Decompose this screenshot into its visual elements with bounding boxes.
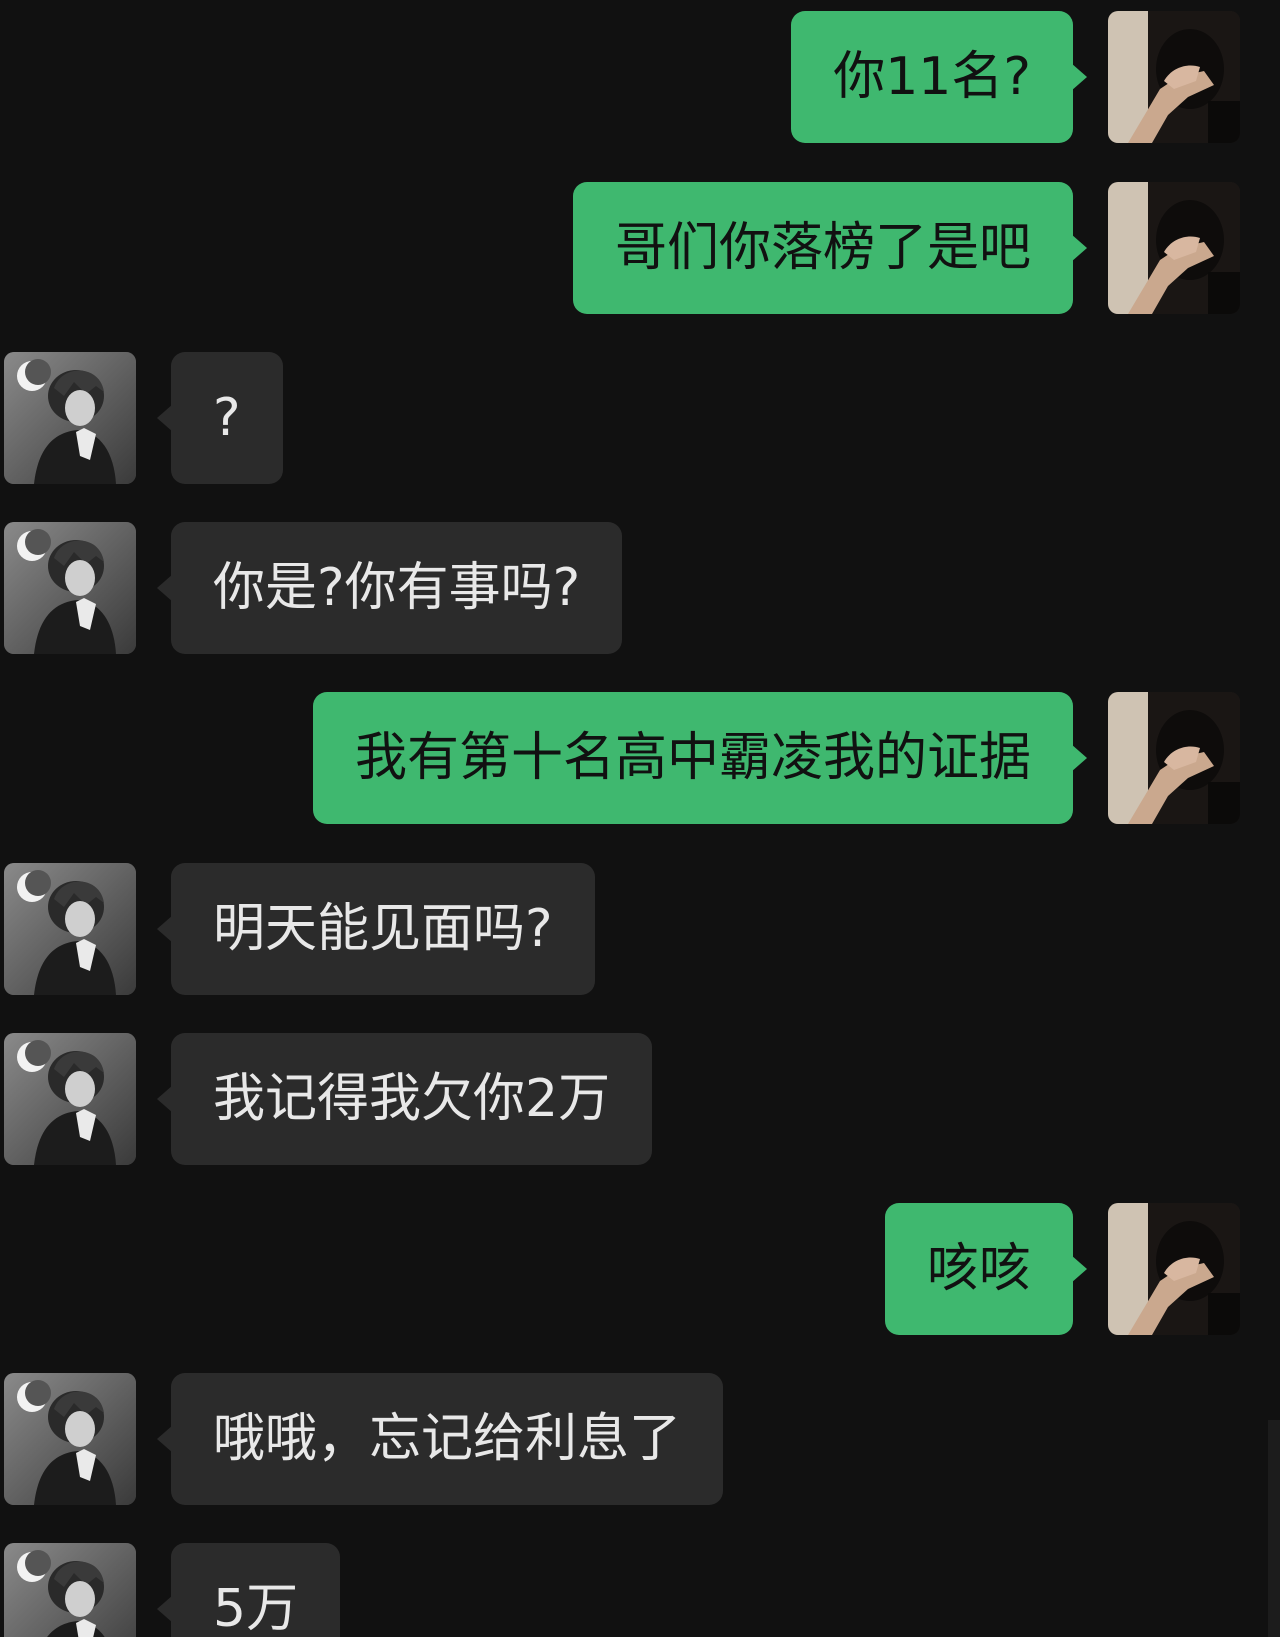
self-photo-avatar-icon — [1108, 1203, 1240, 1335]
contact-avatar[interactable] — [4, 522, 136, 654]
self-photo-avatar-icon — [1108, 182, 1240, 314]
message-bubble[interactable]: 我记得我欠你2万 — [156, 1033, 653, 1165]
message-row: 我记得我欠你2万 — [0, 1033, 1280, 1165]
message-row: 你是?你有事吗? — [0, 522, 1280, 654]
self-avatar[interactable] — [1108, 182, 1240, 314]
anime-boy-moon-avatar-icon — [4, 522, 136, 654]
anime-boy-moon-avatar-icon — [4, 1543, 136, 1637]
message-row: 你11名? — [0, 11, 1280, 143]
message-row: 明天能见面吗? — [0, 863, 1280, 995]
message-bubble[interactable]: 你11名? — [791, 11, 1087, 143]
anime-boy-moon-avatar-icon — [4, 863, 136, 995]
message-row: 我有第十名高中霸凌我的证据 — [0, 692, 1280, 824]
contact-avatar[interactable] — [4, 1033, 136, 1165]
scrollbar[interactable] — [1268, 1420, 1280, 1637]
self-avatar[interactable] — [1108, 11, 1240, 143]
message-bubble[interactable]: 咳咳 — [884, 1203, 1088, 1335]
self-avatar[interactable] — [1108, 692, 1240, 824]
anime-boy-moon-avatar-icon — [4, 1373, 136, 1505]
chat-area[interactable]: 你11名? 哥们你落榜了是吧 ? 你是?你有事吗? 我有第十名高中霸凌我的证据 … — [0, 0, 1280, 1637]
message-row: 哥们你落榜了是吧 — [0, 182, 1280, 314]
contact-avatar[interactable] — [4, 352, 136, 484]
anime-boy-moon-avatar-icon — [4, 1033, 136, 1165]
message-bubble[interactable]: 哦哦，忘记给利息了 — [156, 1373, 724, 1505]
message-row: 5万 — [0, 1543, 1280, 1637]
contact-avatar[interactable] — [4, 1373, 136, 1505]
message-row: 咳咳 — [0, 1203, 1280, 1335]
message-bubble[interactable]: ? — [157, 352, 283, 484]
message-bubble[interactable]: 我有第十名高中霸凌我的证据 — [312, 692, 1088, 824]
message-row: 哦哦，忘记给利息了 — [0, 1373, 1280, 1505]
message-bubble[interactable]: 哥们你落榜了是吧 — [572, 182, 1088, 314]
self-avatar[interactable] — [1108, 1203, 1240, 1335]
contact-avatar[interactable] — [4, 1543, 136, 1637]
self-photo-avatar-icon — [1108, 692, 1240, 824]
self-photo-avatar-icon — [1108, 11, 1240, 143]
contact-avatar[interactable] — [4, 863, 136, 995]
message-bubble[interactable]: 5万 — [156, 1543, 341, 1637]
message-bubble[interactable]: 你是?你有事吗? — [156, 522, 623, 654]
message-row: ? — [0, 352, 1280, 484]
anime-boy-moon-avatar-icon — [4, 352, 136, 484]
message-bubble[interactable]: 明天能见面吗? — [157, 863, 595, 995]
